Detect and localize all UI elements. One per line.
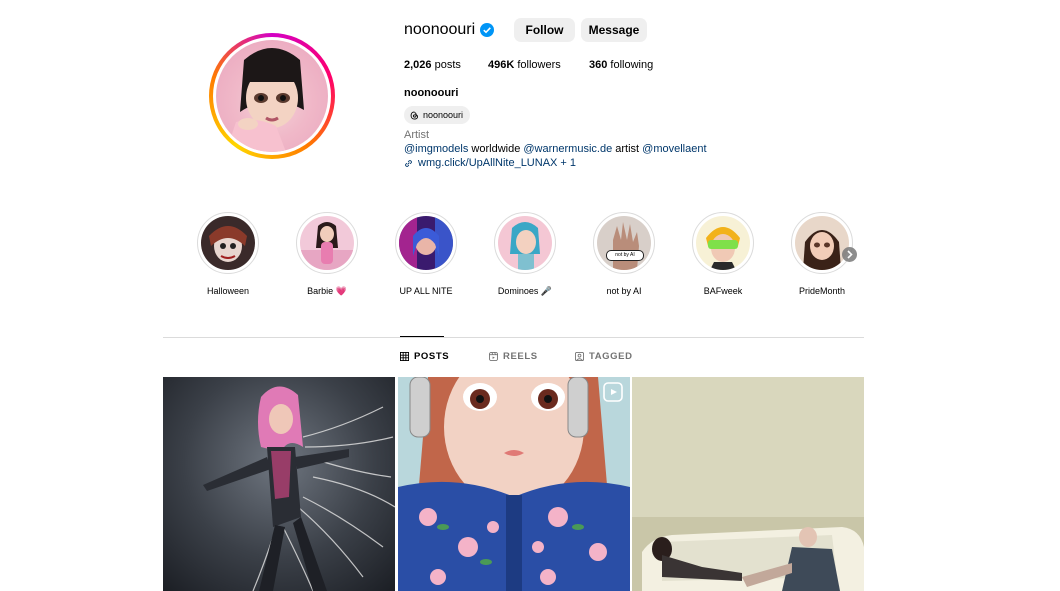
followers-count-value: 496K: [488, 59, 515, 71]
posts-count-value: 2,026: [404, 59, 432, 71]
post-thumbnail[interactable]: [163, 377, 395, 591]
highlight-label: Halloween: [206, 286, 250, 296]
highlight-bafweek[interactable]: BAFweek: [687, 212, 759, 296]
highlight-cover: [399, 216, 453, 270]
link-icon: [405, 159, 412, 167]
highlight-dominoes[interactable]: Dominoes 🎤: [489, 212, 561, 297]
posts-count-label: posts: [434, 59, 461, 71]
profile-full-name: noonoouri: [404, 87, 459, 99]
posts-count: 2,026 posts: [404, 59, 461, 71]
profile-username: noonoouri: [404, 21, 476, 38]
tabs-divider: [163, 337, 864, 338]
tagged-icon: [575, 352, 584, 361]
message-button[interactable]: Message: [581, 18, 647, 42]
chevron-right-icon: [847, 250, 853, 259]
threads-handle: noonoouri: [423, 110, 464, 120]
highlight-cover: [597, 216, 651, 270]
tab-posts-label: POSTS: [414, 351, 450, 362]
active-tab-indicator: [400, 336, 444, 337]
highlight-up-all-nite[interactable]: UP ALL NITE: [390, 212, 462, 296]
highlight-cover: [201, 216, 255, 270]
avatar-illustration: [226, 48, 304, 152]
threads-icon: [410, 110, 419, 120]
grid-icon: [400, 352, 409, 361]
highlight-cover: [795, 216, 849, 270]
threads-badge[interactable]: noonoouri: [404, 106, 471, 124]
tab-posts[interactable]: POSTS: [400, 351, 449, 362]
tab-tagged-label: TAGGED: [589, 351, 633, 362]
profile-avatar[interactable]: [209, 33, 335, 159]
highlight-cover: [498, 216, 552, 270]
highlight-label: PrideMonth: [798, 286, 846, 296]
tab-reels-label: REELS: [503, 351, 538, 362]
profile-bio: @imgmodels worldwide @warnermusic.de art…: [404, 143, 707, 155]
highlights-next-button[interactable]: [842, 247, 857, 262]
highlight-label: Barbie 💗: [307, 286, 347, 296]
post-image: [203, 386, 395, 591]
highlight-cover: [300, 216, 354, 270]
not-by-ai-badge: not by AI: [606, 250, 644, 261]
highlight-label: BAFweek: [703, 286, 743, 296]
post-thumbnail[interactable]: [632, 377, 864, 591]
highlight-not-by-ai[interactable]: not by AI not by AI: [588, 212, 660, 296]
bio-mention-imgmodels[interactable]: @imgmodels: [404, 143, 468, 155]
post-thumbnail[interactable]: [398, 377, 630, 591]
highlight-barbie[interactable]: Barbie 💗: [291, 212, 363, 297]
post-image: [398, 377, 630, 591]
bio-text: worldwide: [468, 143, 524, 155]
post-image: [632, 377, 864, 591]
following-count-value: 360: [589, 59, 608, 71]
follow-button[interactable]: Follow: [514, 18, 575, 42]
tab-reels[interactable]: REELS: [489, 351, 538, 362]
following-link[interactable]: 360 following: [589, 59, 653, 71]
highlight-label: UP ALL NITE: [399, 286, 453, 296]
bio-mention-movellaent[interactable]: @movellaent: [642, 143, 706, 155]
profile-link[interactable]: wmg.click/UpAllNite_LUNAX + 1: [404, 157, 576, 169]
verified-badge-icon: [480, 23, 494, 37]
followers-count-label: followers: [517, 59, 561, 71]
following-count-label: following: [610, 59, 654, 71]
bio-text: artist: [612, 143, 643, 155]
bio-mention-warnermusic[interactable]: @warnermusic.de: [523, 143, 612, 155]
profile-link-text: wmg.click/UpAllNite_LUNAX + 1: [418, 157, 577, 169]
reels-icon: [489, 352, 498, 361]
tab-tagged[interactable]: TAGGED: [575, 351, 633, 362]
highlight-label: not by AI: [606, 286, 642, 296]
profile-category: Artist: [404, 129, 430, 141]
highlight-label: Dominoes 🎤: [497, 286, 553, 296]
highlight-cover: [696, 216, 750, 270]
highlight-halloween[interactable]: Halloween: [192, 212, 264, 296]
followers-link[interactable]: 496K followers: [488, 59, 561, 71]
